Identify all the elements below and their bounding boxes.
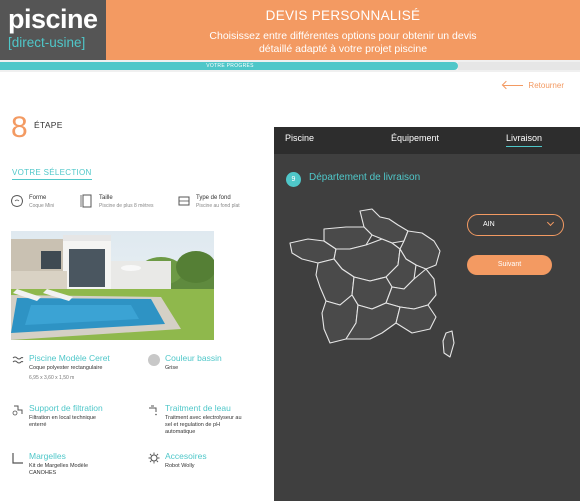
tab-equipement[interactable]: Équipement	[391, 133, 439, 144]
option-title: Traitment de leau	[165, 403, 231, 413]
logo-main-text: piscine	[8, 4, 98, 34]
tab-livraison[interactable]: Livraison	[506, 133, 543, 147]
france-map[interactable]	[286, 205, 462, 365]
delivery-panel: Piscine Équipement Livraison 9 Départeme…	[274, 127, 580, 501]
size-icon	[80, 194, 92, 208]
option-title: Couleur bassin	[165, 353, 222, 363]
spec-floor: Type de fond Piscine au fond plat	[177, 194, 240, 210]
option-desc-line2: sel et regulation de pH	[165, 422, 221, 428]
map-region-paca[interactable]	[395, 304, 437, 334]
option-desc: Robot Wolly	[165, 463, 195, 469]
option-title: Support de filtration	[29, 403, 103, 413]
spec-label: Type de fond	[196, 195, 231, 201]
spec-label: Taille	[99, 195, 113, 201]
option-desc-line3: automatique	[165, 429, 196, 435]
option-filtration: Support de filtration Filtration en loca…	[12, 403, 103, 429]
page-subtitle-line1: Choisissez entre différentes options pou…	[209, 30, 477, 42]
step-number: 8	[11, 111, 28, 144]
pool-photo	[11, 231, 214, 340]
option-margelles: Margelles Kit de Margelles Modèle CANOHE…	[12, 451, 88, 477]
option-desc-line1: Kit de Margelles Modèle	[29, 463, 89, 469]
step-label: ÉTAPE	[34, 120, 63, 130]
option-color: Couleur bassin Grise	[148, 353, 222, 372]
department-select[interactable]: AIN	[467, 214, 564, 236]
header-text: DEVIS PERSONNALISÉ Choisissez entre diff…	[106, 8, 580, 56]
robot-icon	[148, 452, 160, 464]
option-desc-line1: Filtration en local technique	[29, 415, 96, 421]
option-dimensions: 6,95 x 3,60 x 1,50 m	[29, 375, 75, 381]
logo[interactable]: piscine [direct-usine]	[0, 0, 106, 60]
progress-label: VOTRE PROGRÈS	[206, 63, 254, 69]
pool-shape-icon	[11, 195, 23, 207]
option-model: Piscine Modèle Ceret Coque polyester rec…	[12, 353, 110, 382]
page-title: DEVIS PERSONNALISÉ	[265, 8, 421, 23]
faucet-icon	[149, 405, 157, 416]
chevron-down-icon	[546, 218, 555, 227]
option-title: Margelles	[29, 451, 66, 461]
selection-specs: Forme Coque Mini Taille Piscine de plus …	[10, 194, 240, 210]
map-outline	[289, 208, 455, 358]
spec-value: Piscine au fond plat	[196, 203, 240, 209]
back-link[interactable]: Retourner	[503, 81, 564, 90]
spec-value: Coque Mini	[29, 203, 55, 209]
margelle-icon	[12, 453, 23, 464]
page: piscine [direct-usine] DEVIS PERSONNALIS…	[0, 0, 580, 501]
pool-icon	[12, 356, 24, 364]
next-button[interactable]: Suivant	[467, 255, 552, 275]
map-region-corsica[interactable]	[442, 330, 455, 358]
option-desc-line1: Traitment avec electrolyseur au	[165, 415, 242, 421]
color-swatch-icon	[148, 354, 160, 366]
option-title: Piscine Modèle Ceret	[29, 353, 110, 363]
arrow-left-icon	[503, 85, 524, 86]
back-label: Retourner	[528, 81, 564, 90]
panel-tabs: Piscine Équipement Livraison	[274, 127, 580, 154]
option-desc: Coque polyester rectangulaire	[29, 365, 103, 371]
selection-title: VOTRE SÉLECTION	[12, 168, 92, 180]
logo-sub-text: [direct-usine]	[8, 35, 86, 50]
page-subtitle-line2: détaillé adapté à votre projet piscine	[258, 43, 428, 55]
spec-label: Forme	[29, 195, 47, 201]
spec-value: Piscine de plus 8 mètres	[99, 203, 154, 209]
header: piscine [direct-usine] DEVIS PERSONNALIS…	[0, 0, 580, 60]
option-desc-line2: enterré	[29, 422, 47, 428]
option-accessories: Accesoires Robot Wolly	[148, 451, 207, 470]
department-select-value: AIN	[483, 221, 495, 228]
option-desc: Grise	[165, 365, 179, 371]
progress-track	[458, 62, 580, 70]
option-desc-line2: CANOHES	[29, 470, 57, 476]
section-number-badge: 9	[286, 172, 301, 187]
spec-size: Taille Piscine de plus 8 mètres	[80, 194, 177, 210]
option-treatment: Traitment de leau Traitment avec electro…	[148, 403, 242, 436]
progress-bar: VOTRE PROGRÈS	[0, 60, 580, 72]
pool-floor-icon	[178, 196, 190, 206]
option-title: Accesoires	[165, 451, 207, 461]
filtration-icon	[12, 405, 23, 416]
tab-piscine[interactable]: Piscine	[285, 133, 314, 144]
section-title: Département de livraison	[309, 172, 421, 183]
spec-shape: Forme Coque Mini	[10, 194, 80, 210]
